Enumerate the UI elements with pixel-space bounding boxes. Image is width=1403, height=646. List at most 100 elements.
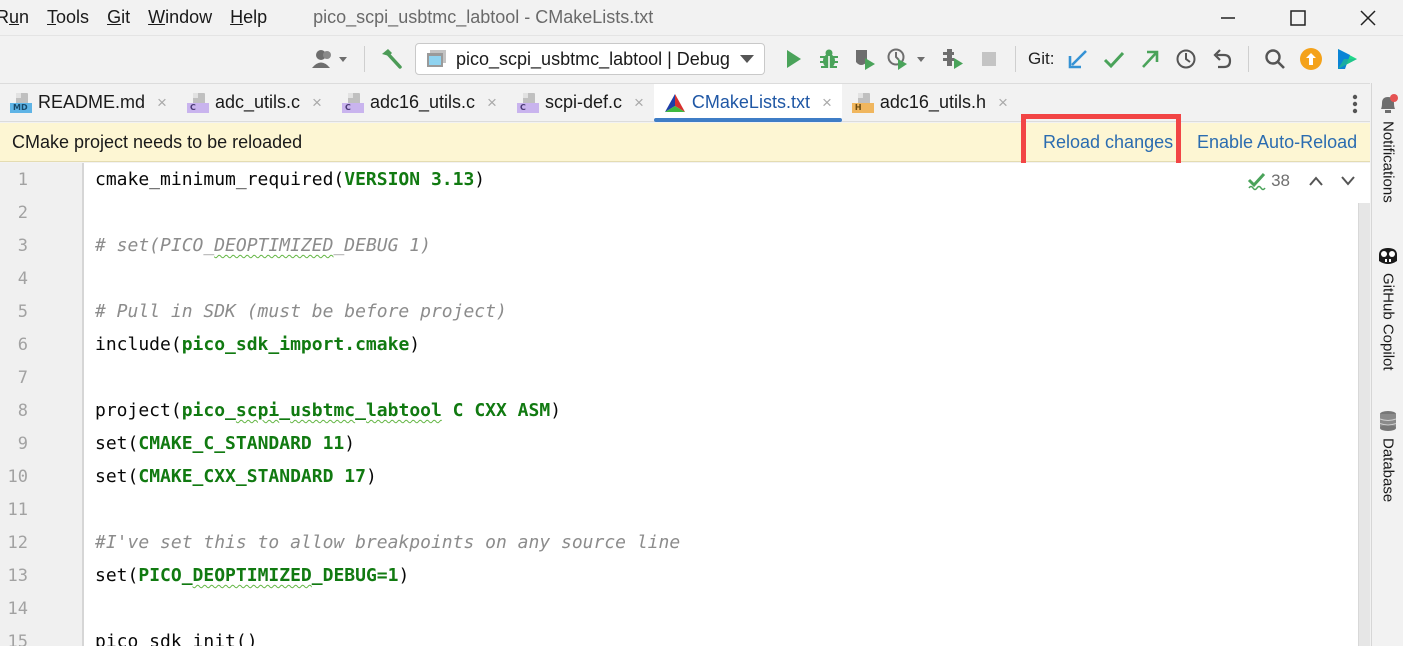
debug-button[interactable]: [814, 44, 844, 74]
line-number: 2: [17, 203, 28, 223]
code-token: DEOPTIMIZED: [192, 565, 312, 586]
build-hammer-icon: [382, 49, 402, 69]
menu-tools[interactable]: Tools: [47, 7, 89, 28]
enable-auto-reload-link[interactable]: Enable Auto-Reload: [1197, 132, 1357, 153]
git-update-icon: [1069, 50, 1088, 69]
close-tab-icon[interactable]: ×: [822, 93, 832, 113]
attach-debugger-button[interactable]: [938, 44, 968, 74]
code-token: # set(PICO_: [95, 235, 215, 256]
close-tab-icon[interactable]: ×: [634, 93, 644, 113]
close-button[interactable]: [1333, 0, 1403, 36]
toolbox-button[interactable]: [1332, 44, 1362, 74]
close-tab-icon[interactable]: ×: [487, 93, 497, 113]
run-config-label: pico_scpi_usbtmc_labtool | Debug: [456, 48, 730, 69]
database-tool-button[interactable]: Database: [1372, 410, 1403, 502]
next-highlight-icon[interactable]: [1340, 175, 1356, 187]
close-tab-icon[interactable]: ×: [157, 93, 167, 113]
debug-icon: [820, 49, 838, 68]
c-file-icon: C: [341, 92, 364, 113]
line-number: 5: [17, 302, 28, 322]
tab-label: adc16_utils.h: [879, 92, 986, 112]
code-line[interactable]: # Pull in SDK (must be before project): [95, 301, 507, 322]
close-tab-icon[interactable]: ×: [312, 93, 322, 113]
code-token: labtool: [365, 400, 442, 421]
search-icon: [1265, 49, 1286, 69]
code-line[interactable]: # set(PICO_DEOPTIMIZED_DEBUG 1): [95, 235, 431, 256]
git-rollback-icon: [1213, 49, 1232, 69]
code-token: #I've set this to allow breakpoints on a…: [95, 532, 681, 553]
code-line[interactable]: #I've set this to allow breakpoints on a…: [95, 532, 680, 553]
code-line[interactable]: cmake_minimum_required(VERSION 3.13): [95, 169, 485, 190]
c-file-icon: C: [186, 92, 209, 113]
profile-icon: [312, 50, 347, 68]
menu-help[interactable]: Help: [230, 7, 267, 28]
cmake-icon: [664, 93, 685, 112]
code-token: ): [365, 466, 377, 487]
line-number: 12: [7, 533, 28, 553]
maximize-button[interactable]: [1263, 0, 1333, 36]
code-line[interactable]: pico_sdk_init(): [95, 631, 258, 646]
git-history-button[interactable]: [1171, 44, 1201, 74]
minimize-button[interactable]: [1193, 0, 1263, 36]
git-rollback-button[interactable]: [1207, 44, 1237, 74]
code-token: _DEBUG 1): [333, 235, 431, 256]
tab-readme[interactable]: MD README.md ×: [0, 84, 177, 121]
line-number: 3: [17, 236, 28, 256]
window-controls: [1193, 0, 1403, 36]
git-commit-button[interactable]: [1099, 44, 1129, 74]
tab-actions-menu[interactable]: [1352, 84, 1358, 123]
tab-adc16-utils-c[interactable]: C adc16_utils.c ×: [332, 84, 507, 121]
notifications-tool-button[interactable]: Notifications: [1372, 93, 1403, 203]
code-token: PICO_: [138, 565, 193, 586]
github-copilot-label: GitHub Copilot: [1379, 273, 1397, 371]
run-config-selector[interactable]: pico_scpi_usbtmc_labtool | Debug: [415, 43, 765, 75]
tab-label: adc_utils.c: [214, 92, 300, 112]
search-everywhere-button[interactable]: [1260, 44, 1290, 74]
line-number: 11: [7, 500, 28, 520]
code-token: pico_sdk_import.cmake: [181, 334, 410, 355]
menu-window[interactable]: Window: [148, 7, 212, 28]
coverage-button[interactable]: [850, 44, 880, 74]
profile-run-button[interactable]: [886, 44, 932, 74]
git-history-icon: [1176, 49, 1196, 69]
more-vertical-icon: [1352, 94, 1358, 113]
tab-adc16-utils-h[interactable]: H adc16_utils.h ×: [842, 84, 1018, 121]
git-update-button[interactable]: [1063, 44, 1093, 74]
git-push-button[interactable]: [1135, 44, 1165, 74]
code-line[interactable]: set(CMAKE_C_STANDARD 11): [95, 433, 355, 454]
code-token: usbtmc: [290, 400, 356, 421]
menu-run[interactable]: Run: [0, 7, 29, 28]
previous-highlight-icon[interactable]: [1308, 175, 1324, 187]
code-editor[interactable]: 1 2 3 4 5 6 7 8 9 10 11 12 13 14 15 cmake_minimum_requ…: [0, 163, 1370, 646]
git-label: Git:: [1028, 49, 1055, 68]
code-line[interactable]: set(CMAKE_CXX_STANDARD 17): [95, 466, 377, 487]
tab-label: README.md: [38, 92, 146, 112]
markdown-file-icon: MD: [10, 92, 32, 113]
code-token: _DEBUG=1: [311, 565, 399, 586]
line-number: 10: [7, 467, 28, 487]
run-button[interactable]: [778, 44, 808, 74]
code-token: ): [409, 334, 421, 355]
inspection-widget[interactable]: 38: [1247, 171, 1364, 191]
code-token: CMAKE_C_STANDARD 11: [138, 433, 345, 454]
tab-adc-utils-c[interactable]: C adc_utils.c ×: [177, 84, 332, 121]
build-button[interactable]: [376, 44, 406, 74]
code-line[interactable]: include(pico_sdk_import.cmake): [95, 334, 420, 355]
code-line[interactable]: set(PICO_DEOPTIMIZED_DEBUG=1): [95, 565, 409, 586]
profile-run-icon: [887, 48, 925, 70]
stop-button[interactable]: [974, 44, 1004, 74]
right-tool-strip: Notifications GitHub Copilot Database: [1371, 83, 1403, 646]
tab-scpi-def-c[interactable]: C scpi-def.c ×: [507, 84, 654, 121]
github-copilot-tool-button[interactable]: GitHub Copilot: [1372, 245, 1403, 371]
vertical-scrollbar[interactable]: [1358, 203, 1370, 646]
ide-update-button[interactable]: [1296, 44, 1326, 74]
chevron-down-icon: [740, 55, 754, 63]
tab-cmakelists[interactable]: CMakeLists.txt ×: [653, 84, 842, 122]
code-line[interactable]: project(pico_scpi_usbtmc_labtool C CXX A…: [95, 400, 561, 421]
profile-button[interactable]: [309, 44, 353, 74]
copilot-icon: [1379, 248, 1397, 264]
line-number: 4: [17, 269, 28, 289]
close-tab-icon[interactable]: ×: [998, 93, 1008, 113]
menu-git[interactable]: Git: [107, 7, 130, 28]
code-token: C CXX ASM: [441, 400, 551, 421]
